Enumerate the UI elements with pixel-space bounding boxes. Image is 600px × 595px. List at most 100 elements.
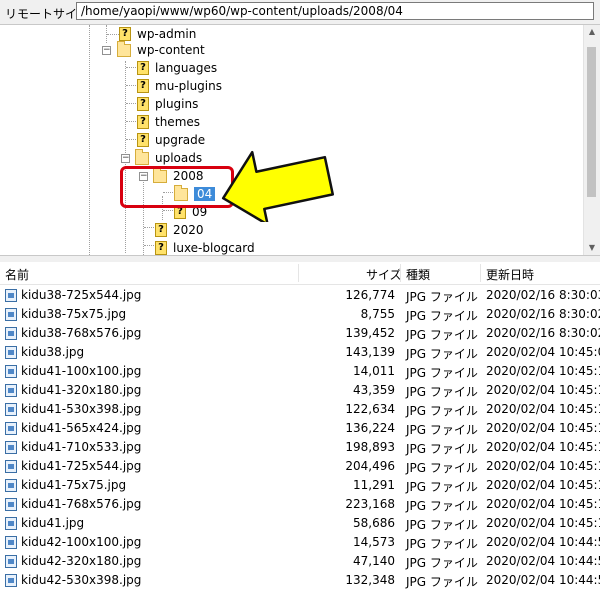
sort-ascending-icon: ^ <box>142 262 150 269</box>
scroll-up-arrow-icon[interactable]: ▲ <box>584 25 600 39</box>
image-file-icon <box>5 479 17 492</box>
file-name: kidu42-530x398.jpg <box>21 573 142 587</box>
tree-item-label: 2020 <box>173 223 204 237</box>
column-header-modified[interactable]: 更新日時 <box>486 266 534 283</box>
tree-item-uploads[interactable]: uploads <box>135 148 203 167</box>
file-type: JPG ファイル <box>406 404 478 418</box>
tree-item-plugins[interactable]: ? plugins <box>137 95 198 113</box>
unknown-folder-icon: ? <box>137 79 149 93</box>
file-name: kidu41-710x533.jpg <box>21 440 142 454</box>
file-modified: 2020/02/04 10:44:54 <box>486 554 600 568</box>
file-row[interactable]: kidu38.jpg 143,139 JPG ファイル 2020/02/04 10:4… <box>0 343 600 362</box>
file-size: 8,755 <box>360 307 395 321</box>
file-row[interactable]: kidu42-530x398.jpg 132,348 JPG ファイル 2020/02… <box>0 571 600 590</box>
scrollbar-thumb[interactable] <box>587 47 596 197</box>
file-name: kidu41-565x424.jpg <box>21 421 142 435</box>
image-file-icon <box>5 346 17 359</box>
file-modified: 2020/02/04 10:45:16 <box>486 364 600 378</box>
file-row[interactable]: kidu41-100x100.jpg 14,011 JPG ファイル 2020/02/… <box>0 362 600 381</box>
tree-item-2020[interactable]: ? 2020 <box>155 221 204 239</box>
tree-item-label: languages <box>155 61 218 75</box>
file-row[interactable]: kidu41-725x544.jpg 204,496 JPG ファイル 2020/02… <box>0 457 600 476</box>
file-modified: 2020/02/04 10:44:54 <box>486 535 600 549</box>
unknown-folder-icon: ? <box>137 115 149 129</box>
image-file-icon <box>5 441 17 454</box>
collapse-toggle[interactable]: − <box>121 154 130 163</box>
file-type: JPG ファイル <box>406 537 478 551</box>
column-header-type[interactable]: 種類 <box>406 266 430 283</box>
file-row[interactable]: kidu42-100x100.jpg 14,573 JPG ファイル 2020/02/… <box>0 533 600 552</box>
file-type: JPG ファイル <box>406 461 478 475</box>
unknown-folder-icon: ? <box>155 223 167 237</box>
file-row[interactable]: kidu38-725x544.jpg 126,774 JPG ファイル 2020/02… <box>0 286 600 305</box>
file-row[interactable]: kidu38-75x75.jpg 8,755 JPG ファイル 2020/02/16 … <box>0 305 600 324</box>
collapse-toggle[interactable]: − <box>102 46 111 55</box>
file-name: kidu41-725x544.jpg <box>21 459 142 473</box>
image-file-icon <box>5 460 17 473</box>
file-type: JPG ファイル <box>406 575 478 589</box>
file-size: 11,291 <box>353 478 395 492</box>
column-header-name[interactable]: 名前 <box>5 266 29 283</box>
tree-item-upgrade[interactable]: ? upgrade <box>137 131 205 149</box>
file-modified: 2020/02/04 10:45:16 <box>486 516 600 530</box>
file-name: kidu42-100x100.jpg <box>21 535 142 549</box>
file-modified: 2020/02/04 10:44:54 <box>486 573 600 587</box>
file-row[interactable]: kidu41-565x424.jpg 136,224 JPG ファイル 2020/02… <box>0 419 600 438</box>
tree-item-label: themes <box>155 115 201 129</box>
file-size: 14,573 <box>353 535 395 549</box>
file-name: kidu41-530x398.jpg <box>21 402 142 416</box>
column-header-size[interactable]: サイズ <box>366 266 402 283</box>
image-file-icon <box>5 327 17 340</box>
tree-item-languages[interactable]: ? languages <box>137 59 217 77</box>
file-row[interactable]: kidu41-530x398.jpg 122,634 JPG ファイル 2020/02… <box>0 400 600 419</box>
tree-item-label: wp-content <box>137 43 205 57</box>
tree-item-label: uploads <box>155 151 203 165</box>
file-modified: 2020/02/04 10:45:17 <box>486 440 600 454</box>
unknown-folder-icon: ? <box>137 133 149 147</box>
tree-item-label: plugins <box>155 97 199 111</box>
file-type: JPG ファイル <box>406 480 478 494</box>
image-file-icon <box>5 536 17 549</box>
highlight-box <box>120 166 234 208</box>
tree-item-label: upgrade <box>155 133 206 147</box>
file-row[interactable]: kidu41-768x576.jpg 223,168 JPG ファイル 2020/02… <box>0 495 600 514</box>
file-row[interactable]: kidu41-710x533.jpg 198,893 JPG ファイル 2020/02… <box>0 438 600 457</box>
remote-file-list: ^ 名前 サイズ 種類 更新日時 kidu38-725x544.jpg 126,7… <box>0 262 600 595</box>
file-row[interactable]: kidu42-320x180.jpg 47,140 JPG ファイル 2020/02/… <box>0 552 600 571</box>
pointing-arrow-icon <box>221 150 335 222</box>
file-type: JPG ファイル <box>406 366 478 380</box>
file-row[interactable]: kidu41-75x75.jpg 11,291 JPG ファイル 2020/02/04… <box>0 476 600 495</box>
file-modified: 2020/02/04 10:45:16 <box>486 478 600 492</box>
tree-guide-line <box>89 25 90 255</box>
file-type: JPG ファイル <box>406 347 478 361</box>
file-name: kidu41.jpg <box>21 516 85 530</box>
tree-item-label: luxe-blogcard <box>173 241 255 255</box>
file-type: JPG ファイル <box>406 518 478 532</box>
image-file-icon <box>5 308 17 321</box>
image-file-icon <box>5 403 17 416</box>
file-row[interactable]: kidu41.jpg 58,686 JPG ファイル 2020/02/04 10:45… <box>0 514 600 533</box>
file-size: 58,686 <box>353 516 395 530</box>
image-file-icon <box>5 517 17 530</box>
file-modified: 2020/02/04 10:45:16 <box>486 497 600 511</box>
image-file-icon <box>5 422 17 435</box>
file-type: JPG ファイル <box>406 423 478 437</box>
file-name: kidu38-75x75.jpg <box>21 307 127 321</box>
tree-item-themes[interactable]: ? themes <box>137 113 200 131</box>
file-list-header: ^ 名前 サイズ 種類 更新日時 <box>0 262 600 285</box>
file-modified: 2020/02/16 8:30:02 <box>486 307 600 321</box>
tree-item-mu-plugins[interactable]: ? mu-plugins <box>137 77 222 95</box>
tree-vertical-scrollbar[interactable]: ▲ ▼ <box>583 25 600 255</box>
file-name: kidu38-768x576.jpg <box>21 326 142 340</box>
file-size: 47,140 <box>353 554 395 568</box>
file-type: JPG ファイル <box>406 290 478 304</box>
folder-icon <box>117 40 131 57</box>
file-size: 132,348 <box>345 573 395 587</box>
file-row[interactable]: kidu41-320x180.jpg 43,359 JPG ファイル 2020/02/… <box>0 381 600 400</box>
remote-path-input[interactable]: /home/yaopi/www/wp60/wp-content/uploads/… <box>76 2 594 20</box>
scroll-down-arrow-icon[interactable]: ▼ <box>584 241 600 255</box>
image-file-icon <box>5 384 17 397</box>
tree-item-luxe-blogcard[interactable]: ? luxe-blogcard <box>155 239 255 255</box>
file-row[interactable]: kidu38-768x576.jpg 139,452 JPG ファイル 2020/02… <box>0 324 600 343</box>
tree-item-wp-content[interactable]: wp-content <box>117 40 205 59</box>
